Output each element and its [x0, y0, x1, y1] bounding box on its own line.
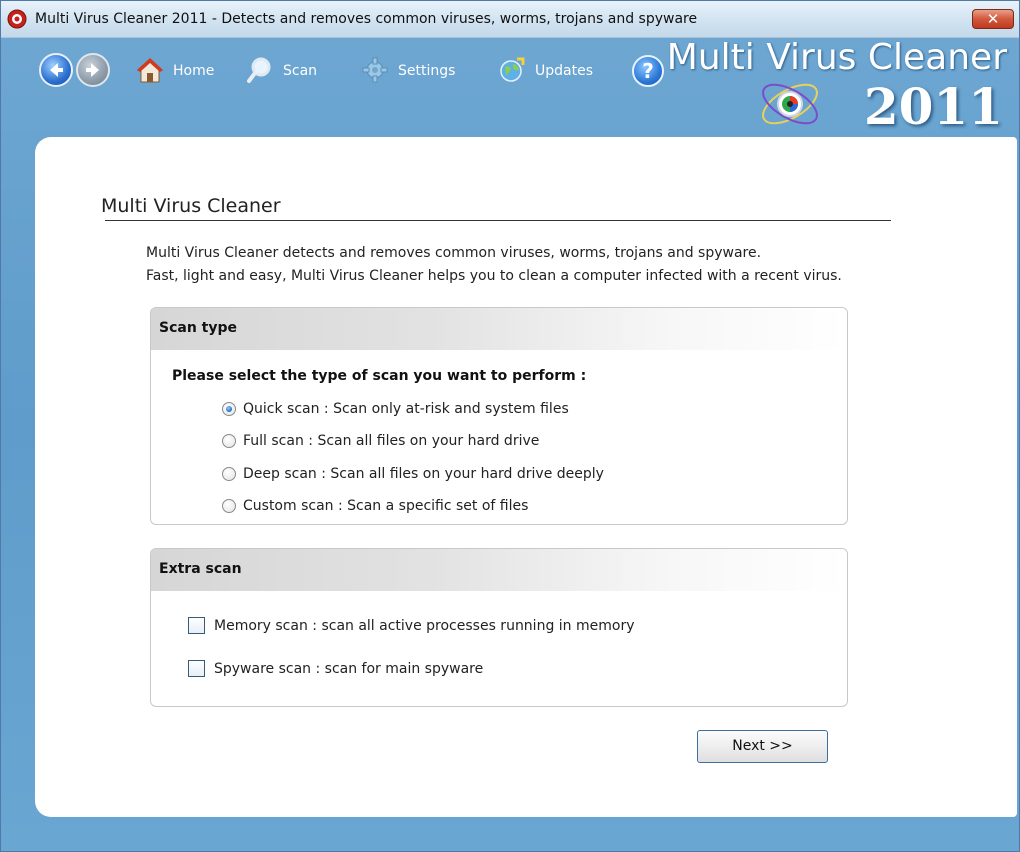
brand-banner: Multi Virus Cleaner 2011 — [667, 37, 1007, 137]
checkbox-label[interactable]: Spyware scan : scan for main spyware — [214, 661, 483, 677]
brand-logo-icon — [762, 83, 818, 125]
checkbox[interactable] — [188, 660, 205, 677]
scan-type-header: Scan type — [151, 308, 847, 350]
forward-button[interactable] — [76, 53, 110, 87]
toolbar-updates[interactable]: Updates — [497, 55, 597, 85]
extra-scan-header: Extra scan — [151, 549, 847, 591]
window-title: Multi Virus Cleaner 2011 - Detects and r… — [35, 11, 698, 27]
scan-type-prompt: Please select the type of scan you want … — [172, 368, 587, 384]
extra-scan-group: Extra scan Memory scan : scan all active… — [150, 548, 848, 707]
radio-label[interactable]: Full scan : Scan all files on your hard … — [243, 433, 539, 449]
arrow-right-icon — [86, 63, 99, 77]
gear-icon — [362, 57, 388, 83]
radio-button[interactable] — [222, 499, 236, 513]
app-window: Multi Virus Cleaner 2011 - Detects and r… — [0, 0, 1020, 852]
checkbox[interactable] — [188, 617, 205, 634]
title-bar[interactable]: Multi Virus Cleaner 2011 - Detects and r… — [1, 1, 1019, 38]
toolbar-home[interactable]: Home — [135, 55, 215, 85]
next-button[interactable]: Next >> — [697, 730, 828, 763]
title-divider — [105, 220, 891, 221]
brand-name: Multi Virus Cleaner — [666, 37, 1007, 78]
toolbar-updates-label: Updates — [535, 63, 593, 79]
help-button[interactable]: ? — [632, 55, 664, 87]
radio-button[interactable] — [222, 467, 236, 481]
magnifier-icon — [247, 57, 271, 83]
page-title: Multi Virus Cleaner — [101, 195, 281, 217]
back-button[interactable] — [39, 53, 73, 87]
checkbox-label[interactable]: Memory scan : scan all active processes … — [214, 618, 635, 634]
arrow-left-icon — [50, 63, 63, 77]
radio-label[interactable]: Quick scan : Scan only at-risk and syste… — [243, 401, 569, 417]
toolbar-scan-label: Scan — [283, 63, 318, 79]
radio-label[interactable]: Custom scan : Scan a specific set of fil… — [243, 498, 528, 514]
toolbar-home-label: Home — [173, 63, 215, 79]
radio-button-checked[interactable] — [222, 402, 236, 416]
intro-line-1: Multi Virus Cleaner detects and removes … — [146, 245, 762, 261]
toolbar-scan[interactable]: Scan — [245, 55, 325, 85]
main-panel: Multi Virus Cleaner Multi Virus Cleaner … — [35, 137, 1017, 817]
scan-type-heading: Scan type — [159, 320, 238, 336]
close-icon: ✕ — [986, 10, 1000, 28]
toolbar-settings[interactable]: Settings — [360, 55, 460, 85]
toolbar: Home Scan Settings Updates ? Multi Virus… — [1, 37, 1019, 137]
scan-type-group: Scan type Please select the type of scan… — [150, 307, 848, 525]
home-icon — [136, 58, 164, 83]
brand-year: 2011 — [863, 77, 1003, 136]
intro-line-2: Fast, light and easy, Multi Virus Cleane… — [146, 268, 842, 284]
toolbar-settings-label: Settings — [398, 63, 456, 79]
radio-button[interactable] — [222, 434, 236, 448]
radio-label[interactable]: Deep scan : Scan all files on your hard … — [243, 466, 604, 482]
globe-update-icon — [500, 57, 525, 82]
close-button[interactable]: ✕ — [972, 9, 1014, 29]
app-logo-icon — [7, 9, 27, 29]
extra-scan-heading: Extra scan — [159, 561, 242, 577]
